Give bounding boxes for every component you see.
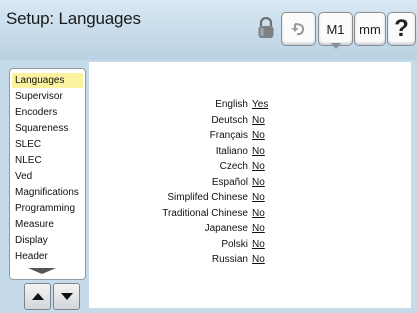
language-name: Polski [221,239,248,250]
menu-item-encoders[interactable]: Encoders [12,105,83,120]
undo-button[interactable] [281,12,316,46]
setup-menu: Languages Supervisor Encoders Squareness… [9,68,86,280]
language-name: Russian [211,254,248,265]
language-row-traditional-chinese: Traditional Chinese No [96,206,296,221]
language-toggle[interactable]: No [252,206,265,221]
language-name: Español [211,177,248,188]
language-name: Simplifed Chinese [167,192,248,203]
menu-item-programming[interactable]: Programming [12,201,83,216]
language-toggle[interactable]: No [252,128,265,143]
down-arrow-icon [60,293,73,300]
language-row-francais: Français No [96,128,296,143]
language-row-czech: Czech No [96,159,296,174]
menu-item-nlec[interactable]: NLEC [12,153,83,168]
language-row-simplified-chinese: Simplifed Chinese No [96,190,296,205]
menu-item-header[interactable]: Header [12,249,83,264]
scroll-down-button[interactable] [53,283,80,310]
m1-button[interactable]: M1 [318,12,353,46]
menu-item-display[interactable]: Display [12,233,83,248]
language-row-english: English Yes [96,97,296,112]
language-toggle[interactable]: No [252,113,265,128]
menu-item-slec[interactable]: SLEC [12,137,83,152]
menu-item-squareness[interactable]: Squareness [12,121,83,136]
scroll-down-arrow-icon [28,268,56,274]
language-row-deutsch: Deutsch No [96,113,296,128]
language-row-italiano: Italiano No [96,144,296,159]
language-name: Traditional Chinese [162,208,248,219]
page-title: Setup: Languages [6,9,141,28]
padlock-icon [258,17,274,38]
menu-item-supervisor[interactable]: Supervisor [12,89,83,104]
menu-item-languages[interactable]: Languages [12,73,83,88]
language-name: English [215,99,248,110]
language-toggle[interactable]: No [252,221,265,236]
up-arrow-icon [31,293,44,300]
m1-indicator [331,43,341,49]
language-toggle[interactable]: No [252,237,265,252]
scroll-up-button[interactable] [24,283,51,310]
units-button[interactable]: mm [354,12,386,46]
undo-arrow-icon [291,23,304,36]
help-button[interactable]: ? [387,12,416,46]
language-row-japanese: Japanese No [96,221,296,236]
language-name: Italiano [215,146,248,157]
title-bar: Setup: Languages M1 mm ? [0,0,417,60]
language-name: Czech [219,161,248,172]
menu-item-measure[interactable]: Measure [12,217,83,232]
language-row-espanol: Español No [96,175,296,190]
language-toggle[interactable]: No [252,190,265,205]
language-toggle[interactable]: No [252,144,265,159]
language-name: Deutsch [211,115,248,126]
language-toggle[interactable]: Yes [252,97,268,112]
language-toggle[interactable]: No [252,159,265,174]
language-row-russian: Russian No [96,252,296,267]
menu-item-magnifications[interactable]: Magnifications [12,185,83,200]
language-toggle[interactable]: No [252,252,265,267]
language-name: Japanese [204,223,248,234]
language-row-polski: Polski No [96,237,296,252]
language-name: Français [209,130,248,141]
language-toggle[interactable]: No [252,175,265,190]
menu-item-ved[interactable]: Ved [12,169,83,184]
